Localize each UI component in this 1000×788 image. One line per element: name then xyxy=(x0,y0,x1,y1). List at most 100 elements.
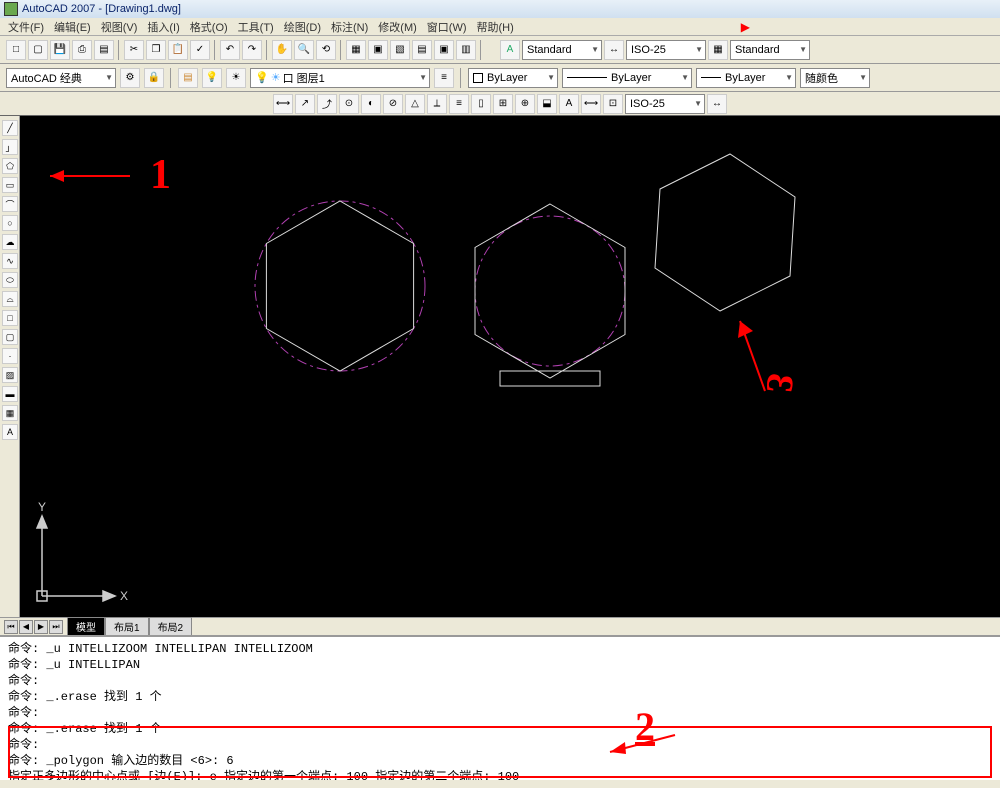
dim-tolerance-icon[interactable]: A xyxy=(559,94,579,114)
menu-draw[interactable]: 绘图(D) xyxy=(284,19,321,35)
linetype-dropdown[interactable]: ByLayer xyxy=(562,68,692,88)
tab-layout1[interactable]: 布局1 xyxy=(105,617,149,636)
menu-dimension[interactable]: 标注(N) xyxy=(331,19,368,35)
save-icon[interactable]: 💾 xyxy=(50,40,70,60)
tool-icon[interactable]: ▧ xyxy=(390,40,410,60)
dim-quick-icon[interactable]: ≡ xyxy=(449,94,469,114)
dimstyle-dropdown[interactable]: ISO-25 xyxy=(626,40,706,60)
dim-aligned-icon[interactable]: ↗ xyxy=(295,94,315,114)
linetype-value: ByLayer xyxy=(611,72,651,84)
layer-filter-icon[interactable]: 💡 xyxy=(202,68,222,88)
menu-view[interactable]: 视图(V) xyxy=(101,19,138,35)
menu-file[interactable]: 文件(F) xyxy=(8,19,44,35)
ellipsearc-icon[interactable]: ⌓ xyxy=(2,291,18,307)
dim-center-icon[interactable]: ⟷ xyxy=(581,94,601,114)
lineweight-dropdown[interactable]: ByLayer xyxy=(696,68,796,88)
pline-icon[interactable]: 」 xyxy=(2,139,18,155)
plotstyle-dropdown[interactable]: 随颜色 xyxy=(800,68,870,88)
menu-tools[interactable]: 工具(T) xyxy=(238,19,274,35)
rectangle-icon[interactable]: ▭ xyxy=(2,177,18,193)
orbit-icon[interactable]: ⟲ xyxy=(316,40,336,60)
insert-icon[interactable]: □ xyxy=(2,310,18,326)
dim-jogged-icon[interactable]: ⊘ xyxy=(383,94,403,114)
revcloud-icon[interactable]: ☁ xyxy=(2,234,18,250)
menu-insert[interactable]: 插入(I) xyxy=(147,19,179,35)
dim-space-icon[interactable]: ⊕ xyxy=(515,94,535,114)
sheet-icon[interactable]: ▤ xyxy=(412,40,432,60)
menu-edit[interactable]: 编辑(E) xyxy=(54,19,91,35)
tablestyle-dropdown[interactable]: Standard xyxy=(730,40,810,60)
undo-icon[interactable]: ↶ xyxy=(220,40,240,60)
paste-icon[interactable]: 📋 xyxy=(168,40,188,60)
layer-dropdown[interactable]: 💡☀口 图层1 xyxy=(250,68,430,88)
redo-icon[interactable]: ↷ xyxy=(242,40,262,60)
dim-continue-icon[interactable]: ⊞ xyxy=(493,94,513,114)
menu-window[interactable]: 窗口(W) xyxy=(427,19,467,35)
dim-break-icon[interactable]: ⬓ xyxy=(537,94,557,114)
match-icon[interactable]: ✓ xyxy=(190,40,210,60)
tablestyle-icon[interactable]: ▦ xyxy=(708,40,728,60)
markup-icon[interactable]: ▣ xyxy=(434,40,454,60)
dim-ordinate-icon[interactable]: ⊙ xyxy=(339,94,359,114)
status-bar xyxy=(0,780,1000,788)
dim-radius-icon[interactable]: ◐ xyxy=(361,94,381,114)
region-icon[interactable]: ▬ xyxy=(2,386,18,402)
arc-icon[interactable]: ⌒ xyxy=(2,196,18,212)
workspace: ╱ 」 ⬠ ▭ ⌒ ○ ☁ ∿ ⬭ ⌓ □ ▢ · ▨ ▬ ▦ A xyxy=(0,116,1000,617)
block-icon[interactable]: ▢ xyxy=(2,329,18,345)
drawing-canvas[interactable]: X Y 1 3 xyxy=(20,116,1000,617)
dim-arc-icon[interactable]: ⤴ xyxy=(317,94,337,114)
new-icon[interactable]: □ xyxy=(6,40,26,60)
dim-edit-icon[interactable]: ⊡ xyxy=(603,94,623,114)
menu-help[interactable]: 帮助(H) xyxy=(477,19,514,35)
dim-baseline-icon[interactable]: ▯ xyxy=(471,94,491,114)
textstyle-icon[interactable]: A xyxy=(500,40,520,60)
ellipse-icon[interactable]: ⬭ xyxy=(2,272,18,288)
dc-icon[interactable]: ▣ xyxy=(368,40,388,60)
spline-icon[interactable]: ∿ xyxy=(2,253,18,269)
ws-settings-icon[interactable]: ⚙ xyxy=(120,68,140,88)
plot-icon[interactable]: ⎙ xyxy=(72,40,92,60)
hatch-icon[interactable]: ▨ xyxy=(2,367,18,383)
pan-icon[interactable]: ✋ xyxy=(272,40,292,60)
cut-icon[interactable]: ✂ xyxy=(124,40,144,60)
open-icon[interactable]: ▢ xyxy=(28,40,48,60)
circle-icon[interactable]: ○ xyxy=(2,215,18,231)
dimstyle-icon[interactable]: ↔ xyxy=(604,40,624,60)
dim-update-icon[interactable]: ↔ xyxy=(707,94,727,114)
tab-layout2[interactable]: 布局2 xyxy=(149,617,193,636)
color-dropdown[interactable]: ByLayer xyxy=(468,68,558,88)
dim-angular-icon[interactable]: ⟂ xyxy=(427,94,447,114)
calc-icon[interactable]: ▥ xyxy=(456,40,476,60)
zoom-icon[interactable]: 🔍 xyxy=(294,40,314,60)
polygon-icon[interactable]: ⬠ xyxy=(2,158,18,174)
menu-format[interactable]: 格式(O) xyxy=(190,19,228,35)
layer-prop-icon[interactable]: ▤ xyxy=(178,68,198,88)
dimstyle2-dropdown[interactable]: ISO-25 xyxy=(625,94,705,114)
tab-model[interactable]: 模型 xyxy=(67,617,105,636)
tab-last-icon[interactable]: ⏭ xyxy=(49,620,63,634)
point-icon[interactable]: · xyxy=(2,348,18,364)
tab-prev-icon[interactable]: ◀ xyxy=(19,620,33,634)
tab-first-icon[interactable]: ⏮ xyxy=(4,620,18,634)
ws-lock-icon[interactable]: 🔒 xyxy=(144,68,164,88)
workspace-dropdown[interactable]: AutoCAD 经典 xyxy=(6,68,116,88)
copy-icon[interactable]: ❐ xyxy=(146,40,166,60)
dim-linear-icon[interactable]: ⟷ xyxy=(273,94,293,114)
command-window[interactable]: 命令: _u INTELLIZOOM INTELLIPAN INTELLIZOO… xyxy=(0,635,1000,780)
standard-toolbar: □ ▢ 💾 ⎙ ▤ ✂ ❐ 📋 ✓ ↶ ↷ ✋ 🔍 ⟲ ▦ ▣ ▧ ▤ ▣ ▥ … xyxy=(0,36,1000,64)
textstyle-dropdown[interactable]: Standard xyxy=(522,40,602,60)
table-icon[interactable]: ▦ xyxy=(2,405,18,421)
dimension-toolbar: ⟷ ↗ ⤴ ⊙ ◐ ⊘ △ ⟂ ≡ ▯ ⊞ ⊕ ⬓ A ⟷ ⊡ ISO-25 ↔ xyxy=(0,92,1000,116)
props-icon[interactable]: ▦ xyxy=(346,40,366,60)
tab-next-icon[interactable]: ▶ xyxy=(34,620,48,634)
layer-prev-icon[interactable]: ≡ xyxy=(434,68,454,88)
dim-diameter-icon[interactable]: △ xyxy=(405,94,425,114)
cmd-line: 命令: xyxy=(8,673,992,689)
layer-freeze-icon[interactable]: ☀ xyxy=(226,68,246,88)
red-arrow-menu-annotation: ▶ xyxy=(741,20,750,34)
line-icon[interactable]: ╱ xyxy=(2,120,18,136)
menu-modify[interactable]: 修改(M) xyxy=(378,19,417,35)
mtext-icon[interactable]: A xyxy=(2,424,18,440)
preview-icon[interactable]: ▤ xyxy=(94,40,114,60)
